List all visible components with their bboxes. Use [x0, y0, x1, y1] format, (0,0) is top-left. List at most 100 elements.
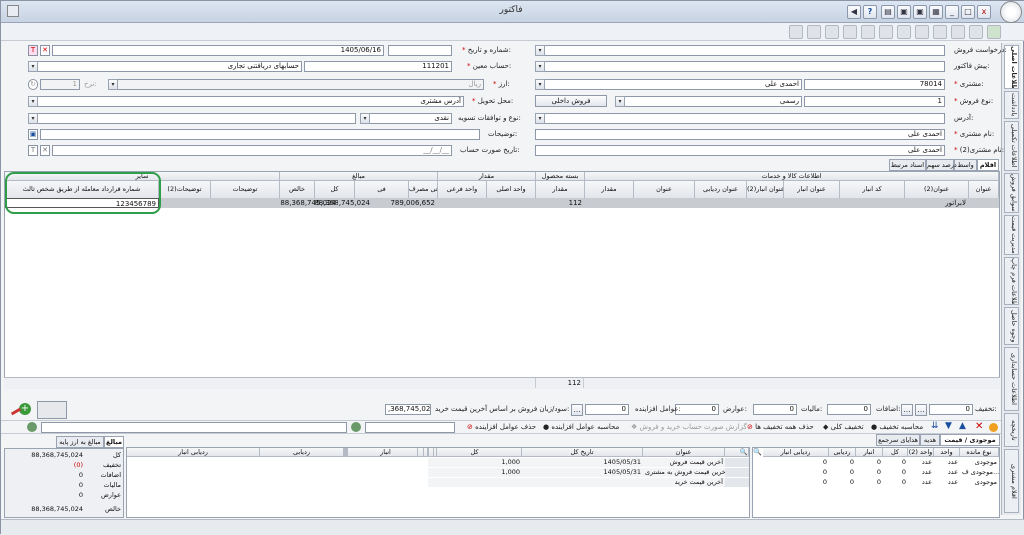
adres-input[interactable]	[535, 113, 945, 124]
col-vahed-farei[interactable]: واحد فرعی	[438, 181, 487, 199]
takhfif-input[interactable]: 0	[929, 404, 973, 415]
clear-icon[interactable]: ✕	[40, 45, 50, 56]
col-vahed-asli[interactable]: واحد اصلی	[487, 181, 536, 199]
forush-dakheli-button[interactable]: فروش داخلی	[535, 95, 607, 107]
list-icon[interactable]	[789, 25, 803, 39]
stock-row[interactable]: موجودی ف... عدد عدد 0 0 0 0	[753, 468, 999, 477]
col-fi[interactable]: فی	[355, 181, 409, 199]
mahal-input[interactable]: آدرس مشتری	[28, 96, 464, 107]
vtab-notes[interactable]: یادداشت	[1004, 91, 1019, 119]
avarez-input[interactable]: 0	[675, 404, 719, 415]
refresh-rate-icon[interactable]: ↻	[28, 79, 38, 90]
sood-input[interactable]: ,368,745,024	[385, 404, 431, 415]
moshtari-code-input[interactable]: 78014	[804, 79, 945, 90]
stock-row[interactable]: موجودی عدد عدد 0 0 0 0	[753, 478, 999, 487]
reply-icon[interactable]	[861, 25, 875, 39]
moshtari-name-input[interactable]: احمدی علی	[535, 79, 802, 90]
vtab-history-sales[interactable]: سوابق فروش	[1004, 173, 1019, 213]
filter-date-icon[interactable]: T	[28, 145, 38, 156]
double-down-icon[interactable]: ⇊	[931, 421, 939, 431]
tasvie-input[interactable]: نقدی	[360, 113, 452, 124]
action-button-blank[interactable]	[37, 401, 67, 419]
search-field-2[interactable]	[41, 422, 347, 433]
tab-mabalegh-arz[interactable]: مبالغ به ارز پایه	[56, 436, 104, 448]
open-icon[interactable]	[969, 25, 983, 39]
no-forush-input[interactable]: رسمی	[615, 96, 802, 107]
search-field-1[interactable]	[365, 422, 455, 433]
col-onvan-anbar[interactable]: عنوان انبار	[784, 181, 840, 199]
maximize-icon[interactable]: □	[961, 5, 975, 19]
col-kod-anbar[interactable]: کد انبار	[840, 181, 905, 199]
tasvie-extra-dropdown[interactable]: ▾	[28, 113, 38, 124]
new-icon[interactable]	[987, 25, 1001, 39]
no-forush-dropdown[interactable]: ▾	[615, 96, 625, 107]
vtab-customer-items[interactable]: اقلام مشتری	[1004, 449, 1019, 513]
delete-icon[interactable]	[933, 25, 947, 39]
copy-icon[interactable]: ▦	[929, 5, 943, 19]
takhfif-more-button[interactable]: …	[915, 404, 927, 416]
col-khales[interactable]: خالص	[280, 181, 315, 199]
tasvie-extra-input[interactable]	[28, 113, 356, 124]
vtab-accounting[interactable]: اطلاعات حسابداری	[1004, 347, 1019, 411]
back-icon[interactable]: ◀	[847, 5, 861, 19]
tab-asnad[interactable]: اسناد مرتبط	[889, 159, 926, 171]
col-onvan-radyabi[interactable]: عنوان ردیابی	[695, 181, 747, 199]
vtab-price[interactable]: مدیریت قیمت	[1004, 215, 1019, 255]
save-note-icon[interactable]: ▣	[28, 129, 38, 140]
system-menu-icon[interactable]	[7, 5, 19, 17]
close-x-icon[interactable]: ✕	[975, 421, 983, 432]
pishfactor-dropdown[interactable]: ▾	[535, 61, 545, 72]
cell-khales[interactable]: 88,368,745,024	[261, 198, 339, 208]
cell-gharardad[interactable]: 123456789	[5, 198, 159, 208]
hesab-code-input[interactable]: 111201	[304, 61, 452, 72]
col-onvan[interactable]: عنوان	[969, 181, 999, 199]
filter-icon[interactable]: T	[28, 45, 38, 56]
nerkh-input[interactable]: 1	[40, 79, 80, 90]
arz-dropdown[interactable]: ▾	[108, 79, 118, 90]
tab-mojoodi[interactable]: موجودی / قیمت	[940, 434, 1000, 446]
print-icon[interactable]	[951, 25, 965, 39]
col-megdar-baste[interactable]: مقدار	[585, 181, 634, 199]
cancel-icon[interactable]	[843, 25, 857, 39]
search-icon[interactable]: 🔍	[753, 448, 763, 457]
tab-darsad[interactable]: درصد سهم	[926, 159, 957, 171]
up-icon[interactable]: ▲	[959, 421, 966, 431]
refresh-icon[interactable]	[915, 25, 929, 39]
cell-onvan[interactable]: لابراتور	[905, 198, 969, 208]
price-cell-date[interactable]	[522, 478, 643, 487]
tab-aghlam[interactable]: اقلام	[977, 159, 999, 171]
number-input[interactable]	[388, 45, 452, 56]
ezafat-input[interactable]: 0	[827, 404, 871, 415]
hazf-afzayande-button[interactable]: ⊘ حذف عوامل افزاینده	[467, 423, 536, 431]
col-tozihat[interactable]: توضیحات	[211, 181, 280, 199]
price-cell-title[interactable]: آخرین قیمت خرید	[643, 478, 725, 487]
help-icon[interactable]: ?	[863, 5, 877, 19]
gozaresh-button[interactable]: ❖ گزارش صورت حساب خرید و فروش	[631, 423, 747, 431]
vtab-funds[interactable]: وجوه حاصل	[1004, 307, 1019, 345]
down-icon[interactable]: ▼	[945, 421, 952, 431]
tarikh-surat-input[interactable]: __/__/__	[52, 145, 452, 156]
tab-vaset[interactable]: واسط	[954, 159, 977, 171]
no-forush-code-input[interactable]: 1	[804, 96, 945, 107]
mohasebe-takhfif-button[interactable]: ● محاسبه تخفیف	[871, 423, 923, 431]
price-cell-kol[interactable]: 1,000	[428, 458, 522, 467]
close-icon[interactable]: x	[977, 5, 991, 19]
col-tozihat2[interactable]: توضیحات(2)	[159, 181, 211, 199]
hesab-dropdown[interactable]: ▾	[28, 61, 38, 72]
cell-megdar[interactable]: 112	[536, 198, 585, 208]
col-onvan-anbar2[interactable]: عنوان انبار(2)	[747, 181, 784, 199]
price-search-icon[interactable]: 🔍	[725, 448, 749, 457]
price-cell-kol[interactable]	[428, 478, 522, 487]
moshtari-dropdown[interactable]: ▾	[535, 79, 545, 90]
adres-dropdown[interactable]: ▾	[535, 113, 545, 124]
lock-icon[interactable]	[825, 25, 839, 39]
tab-hadaya[interactable]: هدایای سرجمع	[876, 434, 920, 446]
date-input[interactable]: 1405/06/16	[52, 45, 384, 56]
maliat-input[interactable]: 0	[753, 404, 797, 415]
col-kol[interactable]: کل	[315, 181, 355, 199]
forward-icon[interactable]	[879, 25, 893, 39]
clear-date-icon[interactable]: ✕	[40, 145, 50, 156]
takhfif-koli-button[interactable]: ◆ تخفیف کلی	[823, 423, 864, 431]
go-icon[interactable]	[351, 422, 361, 432]
col-megdar[interactable]: مقدار	[536, 181, 585, 199]
